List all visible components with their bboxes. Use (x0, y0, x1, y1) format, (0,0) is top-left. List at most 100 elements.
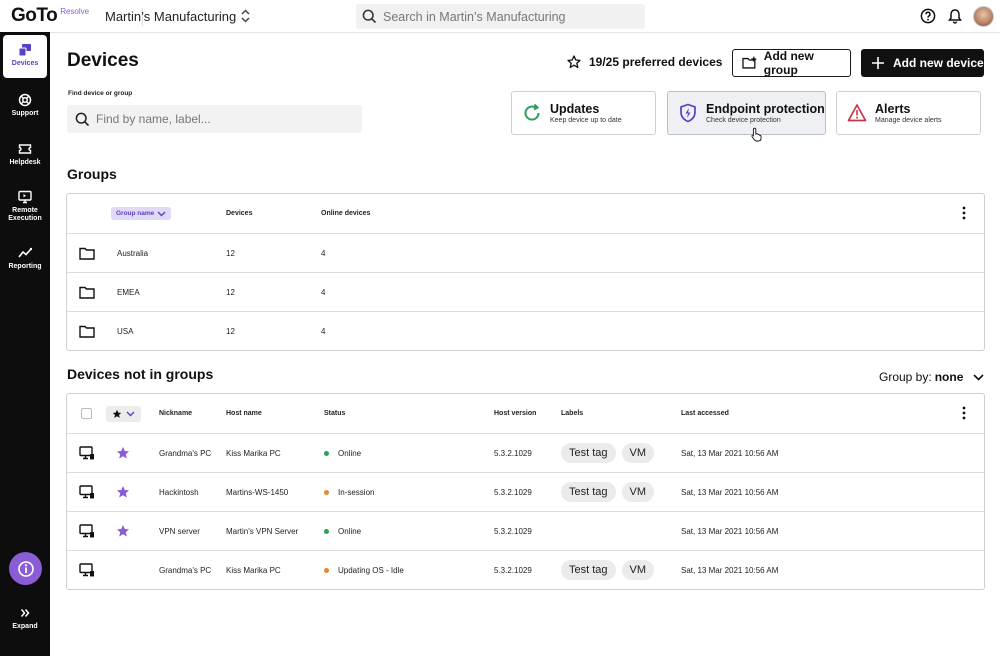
label-tag[interactable]: Test tag (561, 560, 616, 580)
devices-table: Nickname Host name Status Host version L… (66, 393, 985, 590)
status-text: In-session (338, 487, 375, 497)
group-by-label: Group by: (879, 370, 932, 384)
table-row[interactable]: USA 12 4 (67, 311, 984, 350)
star-filter[interactable] (106, 405, 141, 422)
add-group-button[interactable]: Add new group (732, 49, 851, 77)
find-placeholder: Find by name, label... (96, 112, 211, 126)
preferred-devices[interactable]: 19/25 preferred devices (567, 55, 722, 69)
updates-card[interactable]: Updates Keep device up to date (511, 91, 656, 135)
info-button[interactable] (9, 552, 42, 585)
table-row[interactable]: Hackintosh Martins-WS-1450 In-session 5.3.2… (67, 472, 984, 511)
device-status: Online (324, 512, 361, 550)
device-last-accessed: Sat, 13 Mar 2021 10:56 AM (681, 526, 779, 536)
expand-button[interactable]: Expand (0, 608, 50, 630)
refresh-icon (524, 103, 540, 121)
sidebar-item-helpdesk[interactable]: Helpdesk (3, 142, 47, 167)
org-switch-icon[interactable] (240, 8, 251, 29)
group-by-dropdown[interactable]: Group by: none (879, 370, 984, 384)
chart-line-icon (18, 247, 32, 258)
group-online: 4 (321, 287, 326, 297)
device-status: In-session (324, 473, 374, 511)
sidebar-item-label-2: Execution (8, 215, 42, 222)
add-device-button[interactable]: Add new device (861, 49, 984, 77)
sort-group-name[interactable]: Group name (111, 207, 172, 220)
sidebar-item-reporting[interactable]: Reporting (3, 246, 47, 271)
ticket-icon (18, 144, 32, 154)
lifebuoy-icon (18, 93, 32, 107)
device-labels: Test tag VM (561, 551, 660, 589)
star-icon[interactable] (116, 512, 130, 550)
label-tag[interactable]: VM (621, 443, 655, 463)
search-icon (75, 112, 90, 126)
label-tag[interactable]: Test tag (561, 482, 616, 502)
sidebar-item-devices[interactable]: Devices (3, 35, 47, 78)
group-by-value: none (934, 370, 964, 384)
endpoint-protection-card[interactable]: Endpoint protection Check device protect… (667, 91, 826, 135)
table-row[interactable]: Grandma's PC Kiss Marika PC Updating OS - … (67, 550, 984, 589)
status-text: Online (338, 526, 362, 536)
header-nickname: Nickname (159, 410, 193, 417)
label-tag[interactable]: VM (621, 482, 655, 502)
alerts-card[interactable]: Alerts Manage device alerts (836, 91, 981, 135)
device-last-accessed: Sat, 13 Mar 2021 10:56 AM (681, 565, 779, 575)
shield-icon (680, 103, 696, 123)
header-labels: Labels (561, 410, 584, 417)
sidebar-item-label: Reporting (8, 263, 42, 270)
chevron-down-icon (126, 411, 135, 416)
group-name: Australia (117, 248, 149, 258)
device-host-name: Martin's VPN Server (226, 526, 299, 536)
group-devices: 12 (226, 326, 235, 336)
table-row[interactable]: EMEA 12 4 (67, 272, 984, 311)
pointer-cursor-icon (751, 127, 763, 147)
help-icon[interactable] (920, 8, 936, 29)
groups-title: Groups (67, 166, 117, 182)
device-host-version: 5.3.2.1029 (494, 487, 532, 497)
status-text: Online (338, 448, 362, 458)
logo-text: GoTo (11, 5, 58, 26)
find-input[interactable]: Find by name, label... (67, 105, 362, 133)
add-group-label: Add new group (763, 49, 814, 77)
group-name: EMEA (117, 287, 140, 297)
select-all-checkbox[interactable] (81, 408, 92, 419)
device-labels: Test tag VM (561, 473, 660, 511)
header-status: Status (324, 410, 346, 417)
table-row[interactable]: Grandma's PC Kiss Marika PC Online 5.3.2.10… (67, 433, 984, 472)
folder-icon (79, 234, 95, 272)
device-status: Updating OS - Idle (324, 551, 404, 589)
more-options-icon[interactable] (962, 406, 966, 422)
chevron-down-icon (973, 373, 984, 381)
info-icon (17, 560, 34, 577)
status-dot (324, 450, 329, 456)
computer-icon (79, 434, 95, 472)
bell-icon[interactable] (948, 8, 962, 29)
sidebar-item-label: Support (11, 110, 39, 117)
header-host-name: Host name (226, 410, 262, 417)
computer-icon (79, 551, 95, 589)
device-labels: Test tag VM (561, 434, 660, 472)
star-outline-icon (567, 55, 581, 69)
sidebar-item-support[interactable]: Support (3, 93, 47, 118)
status-dot (324, 528, 329, 534)
group-name: USA (117, 326, 134, 336)
label-tag[interactable]: VM (621, 560, 655, 580)
avatar[interactable] (973, 6, 994, 27)
sidebar-item-remote-execution[interactable]: Remote Execution (3, 190, 47, 223)
status-dot (324, 567, 329, 573)
computer-icon (79, 473, 95, 511)
label-tag[interactable]: Test tag (561, 443, 616, 463)
card-subtitle: Keep device up to date (550, 116, 622, 124)
star-icon[interactable] (116, 434, 130, 472)
global-search-input[interactable]: Search in Martin’s Manufacturing (356, 4, 645, 29)
org-name[interactable]: Martin’s Manufacturing (105, 9, 236, 24)
sidebar-item-label: Remote (12, 207, 38, 214)
more-options-icon[interactable] (962, 206, 966, 222)
table-row[interactable]: Australia 12 4 (67, 233, 984, 272)
table-row[interactable]: VPN server Martin's VPN Server Online 5.3.2… (67, 511, 984, 550)
device-nickname: Hackintosh (159, 487, 199, 497)
find-label: Find device or group (68, 90, 133, 97)
star-icon[interactable] (116, 473, 130, 511)
sidebar-item-label: Devices (11, 60, 39, 67)
global-search-placeholder: Search in Martin’s Manufacturing (383, 9, 566, 24)
folder-icon (79, 312, 95, 350)
device-last-accessed: Sat, 13 Mar 2021 10:56 AM (681, 487, 779, 497)
